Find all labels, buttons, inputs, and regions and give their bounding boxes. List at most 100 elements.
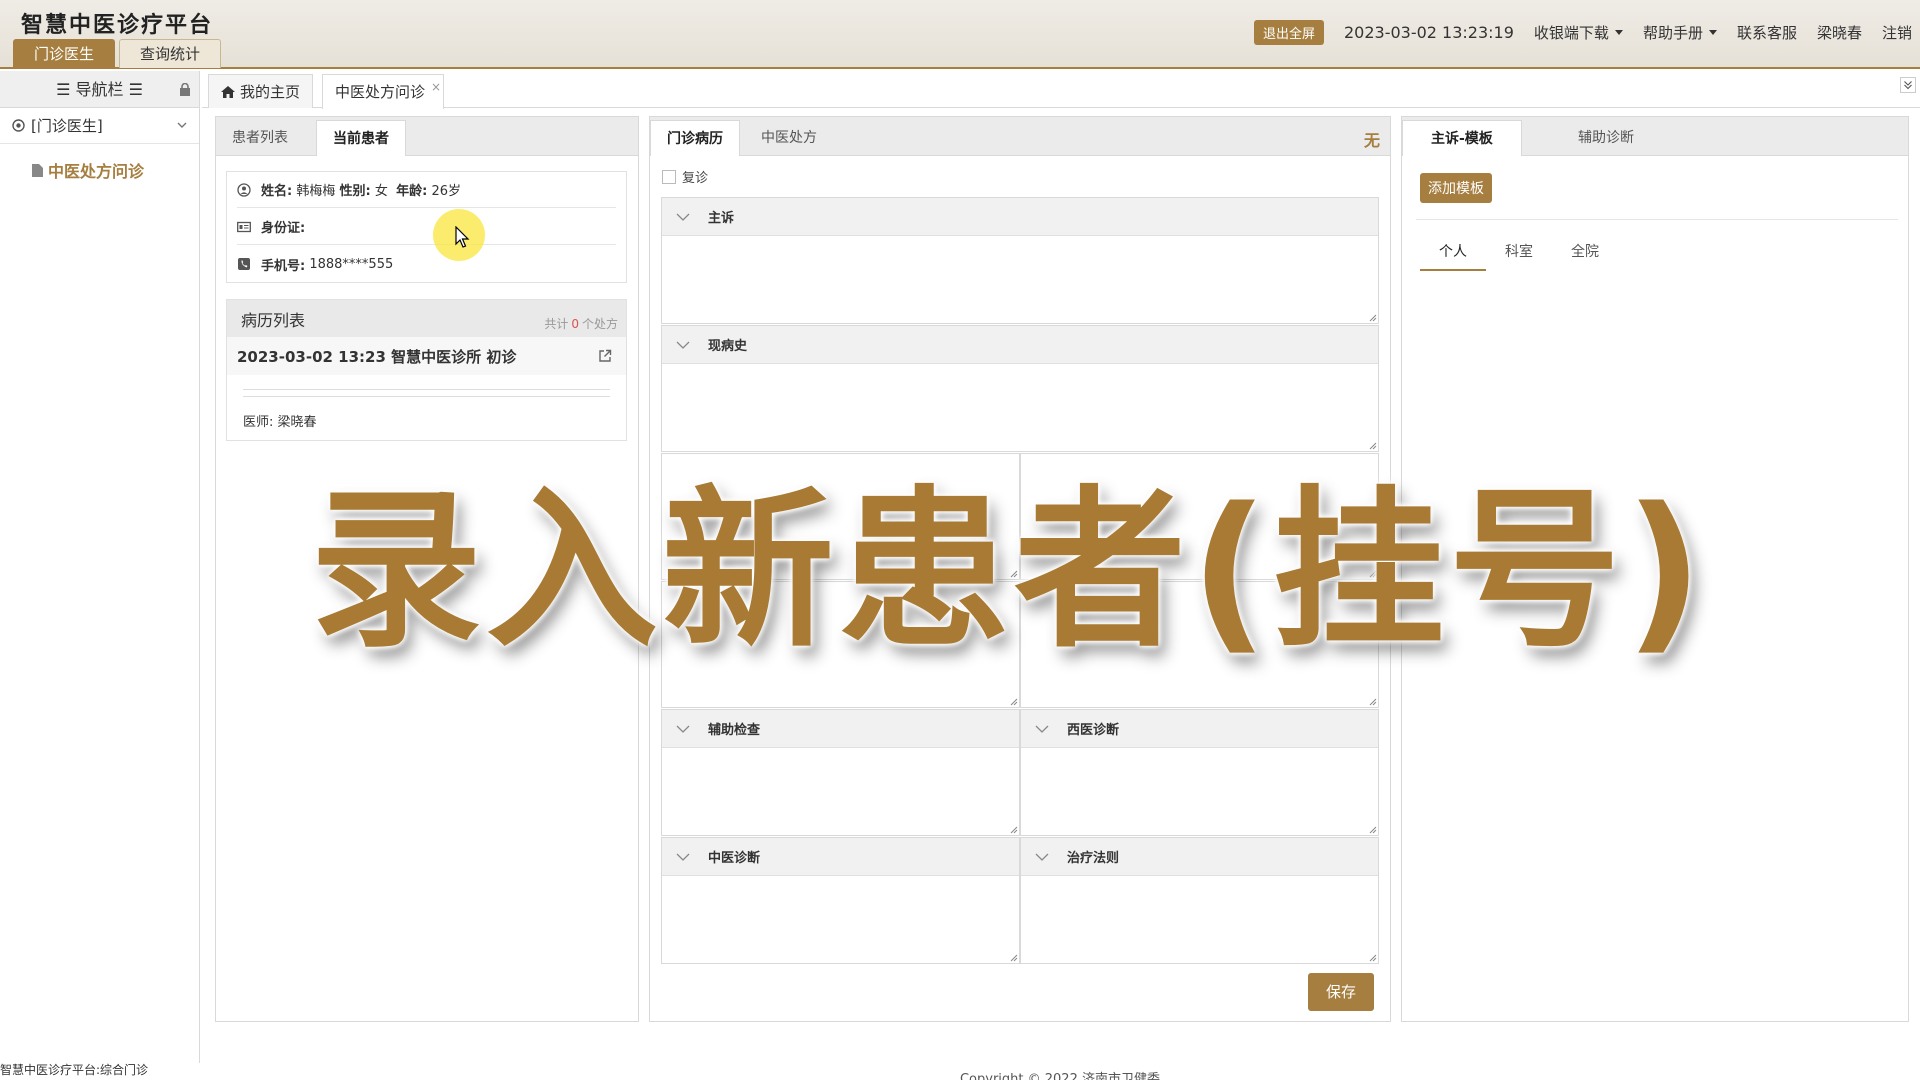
caret-down-icon — [1614, 29, 1623, 35]
recheck-label: 复诊 — [682, 171, 709, 186]
template-divider — [1416, 219, 1898, 220]
resize-handle-icon[interactable] — [1010, 698, 1018, 706]
lock-icon[interactable] — [179, 83, 191, 96]
logout-link[interactable]: 注销 — [1882, 22, 1912, 43]
tab-label: 我的主页 — [240, 82, 301, 101]
app-header: 智慧中医诊疗平台 门诊医生 查询统计 退出全屏 2023-03-02 13:23… — [0, 0, 1920, 69]
patient-age: 26岁 — [431, 184, 462, 199]
section-header[interactable]: 现病史 — [662, 326, 1378, 364]
add-template-button[interactable]: 添加模板 — [1420, 173, 1492, 203]
top-tabs: 门诊医生 查询统计 — [13, 39, 222, 68]
section-title: 中医诊断 — [708, 851, 761, 866]
section-header[interactable]: 中医诊断 — [662, 838, 1019, 876]
history-title: 病历列表 — [241, 310, 306, 330]
resize-handle-icon[interactable] — [1369, 698, 1377, 706]
doctor-name: 梁晓春 — [277, 415, 317, 430]
western-diagnosis-section[interactable]: 西医诊断 — [1020, 709, 1379, 836]
resize-handle-icon[interactable] — [1369, 314, 1377, 322]
recheck-option[interactable]: 复诊 — [662, 167, 708, 186]
patient-gender: 女 — [374, 184, 388, 199]
sidebar-item-tcm-consultation[interactable]: 中医处方问诊 — [0, 158, 199, 182]
cashier-download-label: 收银端下载 — [1533, 23, 1609, 42]
tab-aux-diagnosis[interactable]: 辅助诊断 — [1548, 120, 1664, 156]
patient-name: 韩梅梅 — [296, 184, 336, 199]
resize-handle-icon[interactable] — [1010, 954, 1018, 962]
history-entry-title: 2023-03-02 13:23 智慧中医诊所 初诊 — [237, 347, 517, 366]
section-header[interactable]: 治疗法则 — [1021, 838, 1378, 876]
prescription-count: 共计 0 个处方 — [544, 315, 618, 332]
app-title: 智慧中医诊疗平台 — [21, 13, 214, 38]
aux-exam-section[interactable]: 辅助检查 — [661, 709, 1020, 836]
scope-tab-personal[interactable]: 个人 — [1420, 233, 1486, 271]
phone-icon — [238, 258, 250, 270]
footer-copyright: Copyright © 2022 济南市卫健委 — [959, 1072, 1160, 1080]
name-label: 姓名: — [261, 184, 293, 199]
age-label: 年龄: — [396, 184, 428, 199]
count-suffix: 个处方 — [581, 317, 618, 331]
sidebar-item-label: 中医处方问诊 — [48, 162, 145, 181]
resize-handle-icon[interactable] — [1369, 826, 1377, 834]
section-title: 辅助检查 — [708, 723, 761, 738]
exit-fullscreen-button[interactable]: 退出全屏 — [1253, 19, 1324, 45]
id-label: 身份证: — [261, 221, 306, 236]
treatment-principle-section[interactable]: 治疗法则 — [1020, 837, 1379, 964]
external-link-icon[interactable] — [598, 349, 612, 363]
chevron-down-icon — [676, 725, 690, 733]
patient-basic-row: 姓名: 韩梅梅 性别: 女 年龄: 26岁 — [237, 172, 616, 208]
tab-tcm-consultation[interactable]: 中医处方问诊 × — [322, 71, 445, 109]
patient-id-row: 身份证: — [237, 209, 616, 245]
customer-service-link[interactable]: 联系客服 — [1737, 22, 1797, 43]
patient-panel-tabs: 患者列表 当前患者 — [216, 117, 638, 156]
resize-handle-icon[interactable] — [1010, 826, 1018, 834]
phone-label: 手机号: — [261, 258, 306, 274]
user-circle-icon — [237, 182, 251, 197]
caret-down-icon — [1708, 29, 1717, 35]
nav-group-outpatient[interactable]: [门诊医生] — [0, 108, 199, 144]
user-name-link[interactable]: 梁晓春 — [1817, 22, 1862, 43]
page-tabs-bar: 我的主页 中医处方问诊 × — [202, 71, 1920, 109]
resize-handle-icon[interactable] — [1369, 954, 1377, 962]
tab-patient-list[interactable]: 患者列表 — [216, 120, 304, 156]
id-card-icon — [237, 221, 251, 232]
double-chevron-down-icon[interactable] — [1900, 77, 1916, 93]
section-header[interactable]: 西医诊断 — [1021, 710, 1378, 748]
chevron-down-icon — [676, 213, 690, 221]
scope-tab-department[interactable]: 科室 — [1486, 233, 1552, 271]
patient-info-card: 姓名: 韩梅梅 性别: 女 年龄: 26岁 身份证: 手机号: 1888****… — [226, 171, 627, 283]
save-button[interactable]: 保存 — [1308, 973, 1374, 1011]
tab-outpatient-record[interactable]: 门诊病历 — [650, 120, 740, 156]
chevron-down-icon — [177, 122, 187, 128]
chief-complaint-section[interactable]: 主诉 — [661, 197, 1379, 324]
section-title: 治疗法则 — [1067, 851, 1120, 866]
template-panel-tabs: 主诉-模板 辅助诊断 — [1402, 117, 1908, 156]
tab-tcm-prescription[interactable]: 中医处方 — [745, 120, 833, 156]
section-header[interactable]: 主诉 — [662, 198, 1378, 236]
section-header[interactable]: 辅助检查 — [662, 710, 1019, 748]
help-manual-label: 帮助手册 — [1642, 23, 1703, 42]
tab-current-patient[interactable]: 当前患者 — [316, 120, 406, 156]
help-manual-menu[interactable]: 帮助手册 — [1643, 22, 1717, 43]
section-title: 现病史 — [708, 339, 748, 354]
history-divider — [243, 389, 610, 397]
top-tab-query-stats[interactable]: 查询统计 — [119, 39, 222, 68]
file-icon — [32, 163, 43, 177]
history-doctor: 医师: 梁晓春 — [227, 411, 626, 430]
top-tab-outpatient-doctor[interactable]: 门诊医生 — [13, 39, 116, 68]
cashier-download-menu[interactable]: 收银端下载 — [1534, 22, 1623, 43]
close-icon[interactable]: × — [431, 71, 441, 103]
patient-phone-row: 手机号: 1888****555 — [237, 246, 616, 282]
tab-chief-complaint-template[interactable]: 主诉-模板 — [1402, 120, 1522, 156]
scope-tab-hospital[interactable]: 全院 — [1552, 233, 1618, 271]
patient-phone: 1888****555 — [309, 256, 394, 272]
nav-header[interactable]: ☰ 导航栏 ☰ — [0, 71, 199, 108]
recheck-checkbox[interactable] — [662, 169, 676, 184]
home-icon — [221, 85, 235, 98]
header-toolbar: 退出全屏 2023-03-02 13:23:19 收银端下载 帮助手册 联系客服… — [1253, 19, 1920, 45]
tab-my-home[interactable]: 我的主页 — [208, 74, 314, 108]
nav-title: ☰ 导航栏 ☰ — [56, 80, 143, 99]
count-value: 0 — [571, 317, 579, 331]
chevron-down-icon — [676, 853, 690, 861]
sidebar: ☰ 导航栏 ☰ [门诊医生] 中医处方问诊 — [0, 71, 200, 1063]
history-entry[interactable]: 2023-03-02 13:23 智慧中医诊所 初诊 — [227, 337, 626, 375]
tcm-diagnosis-section[interactable]: 中医诊断 — [661, 837, 1020, 964]
